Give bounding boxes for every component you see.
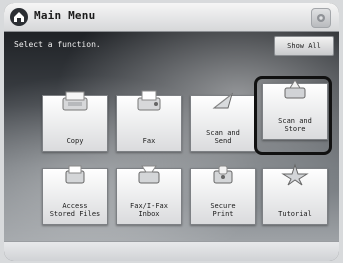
selected-highlight [254,76,332,155]
title-bar: Main Menu [4,3,339,32]
fax-i-fax-inbox-button[interactable]: Fax/I-Fax Inbox [116,165,182,225]
fax-icon [134,88,164,114]
status-bar [4,241,339,261]
scan-send-icon [208,88,238,114]
copy-button[interactable]: Copy [42,91,108,152]
secure-print-button[interactable]: Secure Print [190,165,256,225]
page-title: Main Menu [34,9,96,22]
stored-files-icon [60,161,90,187]
secure-print-icon [208,161,238,187]
device-frame: Main Menu Select a function. Show All Co… [0,0,343,263]
access-stored-files-button[interactable]: Access Stored Files [42,165,108,225]
touch-screen: Main Menu Select a function. Show All Co… [4,3,339,261]
settings-icon[interactable] [311,8,331,28]
tile-label: Fax [142,137,156,145]
home-icon[interactable] [10,8,28,26]
tile-label: Scan and Send [206,129,240,145]
tile-label: Tutorial [278,210,312,218]
tutorial-icon [280,161,310,187]
instruction-text: Select a function. [14,40,101,49]
tile-label: Access Stored Files [49,202,101,218]
scan-and-send-button[interactable]: Scan and Send [190,92,256,152]
fax-button[interactable]: Fax [116,90,182,152]
tutorial-button[interactable]: Tutorial [262,163,328,225]
tile-label: Secure Print [210,202,236,218]
show-all-button[interactable]: Show All [274,36,334,56]
copy-icon [60,88,90,114]
tile-label: Fax/I-Fax Inbox [130,202,168,218]
fax-inbox-icon [134,161,164,187]
tile-label: Copy [66,137,84,145]
